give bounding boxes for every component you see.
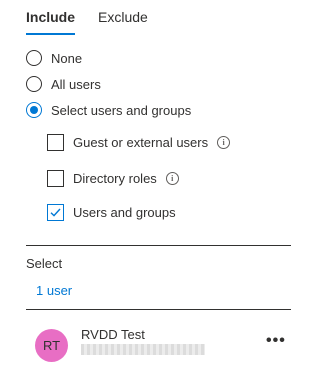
tab-exclude[interactable]: Exclude [98, 9, 148, 35]
checkbox-label: Guest or external users [73, 135, 209, 150]
more-options-button[interactable]: ••• [266, 332, 286, 350]
radio-label: Select users and groups [51, 102, 192, 118]
radio-label: All users [51, 76, 101, 92]
tab-include[interactable]: Include [26, 9, 76, 35]
checkbox-label: Users and groups [73, 205, 176, 220]
radio-all-users[interactable]: All users [26, 76, 101, 92]
check-icon [50, 208, 61, 217]
radio-button[interactable] [26, 76, 42, 92]
avatar: RT [35, 329, 68, 362]
list-item: RT RVDD Test ••• [26, 320, 291, 365]
select-section-title: Select [26, 256, 63, 271]
radio-button[interactable] [26, 50, 42, 66]
radio-select-users-and-groups[interactable]: Select users and groups [26, 102, 191, 118]
divider [26, 245, 291, 246]
user-name: RVDD Test [81, 327, 145, 342]
divider [26, 309, 291, 310]
checkbox-label: Directory roles [73, 171, 157, 186]
radio-button[interactable] [26, 102, 42, 118]
info-icon[interactable]: i [165, 172, 179, 185]
selected-count-link[interactable]: 1 user [36, 283, 72, 298]
user-email-redacted [81, 344, 205, 355]
checkbox[interactable] [47, 134, 64, 151]
radio-none[interactable]: None [26, 50, 82, 66]
checkbox-users-and-groups[interactable]: Users and groups [47, 204, 176, 221]
checkbox[interactable] [47, 204, 64, 221]
info-icon[interactable]: i [217, 136, 231, 149]
checkbox[interactable] [47, 170, 64, 187]
radio-label: None [51, 50, 83, 66]
checkbox-guest-external-users[interactable]: Guest or external users i [47, 134, 231, 151]
scope-tabs: Include Exclude [26, 9, 171, 35]
checkbox-directory-roles[interactable]: Directory roles i [47, 170, 179, 187]
